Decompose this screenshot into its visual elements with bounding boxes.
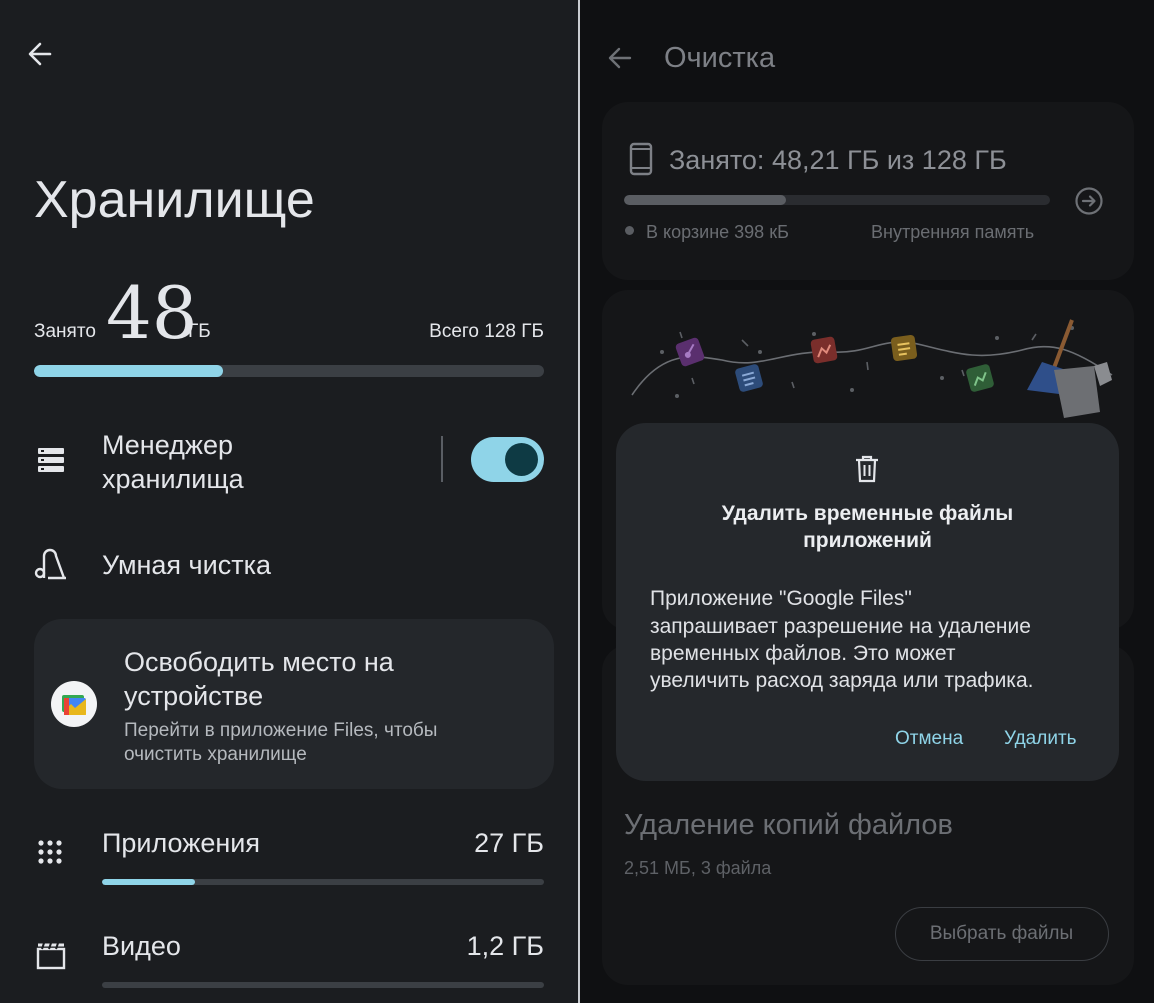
page-title: Очистка: [664, 42, 776, 74]
storage-manager-label-1: Менеджер: [102, 430, 233, 460]
back-arrow-icon: [28, 42, 52, 66]
category-progress-bar: [102, 879, 544, 885]
toggle-thumb: [505, 443, 538, 476]
free-space-card[interactable]: Освободить место на устройстве Перейти в…: [34, 619, 554, 789]
back-arrow-icon: [608, 47, 632, 69]
storage-manager-label-2: хранилища: [102, 464, 244, 494]
phone-icon: [629, 142, 653, 176]
storage-progress-fill: [34, 365, 223, 377]
category-size: 27 ГБ: [474, 828, 544, 858]
duplicates-title: Удаление копий файлов: [624, 809, 953, 841]
broom-icon: [1027, 319, 1112, 418]
free-space-title-2: устройстве: [124, 681, 264, 711]
category-label: Видео: [102, 931, 181, 961]
back-button[interactable]: [604, 42, 636, 74]
cancel-button[interactable]: Отмена: [895, 727, 963, 751]
trash-text: В корзине 398 кБ: [646, 222, 789, 242]
cleanup-illustration: [631, 319, 1113, 418]
delete-temp-files-dialog: Удалить временные файлы приложений Прило…: [616, 423, 1119, 781]
dialog-body-line: увеличить расход заряда или трафика.: [650, 669, 1034, 692]
video-icon: [36, 942, 66, 970]
category-label: Приложения: [102, 828, 260, 858]
total-label: Всего 128 ГБ: [429, 321, 544, 342]
page-title: Хранилище: [34, 171, 315, 229]
select-files-label: Выбрать файлы: [929, 923, 1074, 944]
apps-grid-icon: [38, 840, 62, 864]
dialog-title-2: приложений: [803, 529, 932, 552]
memory-label: Внутренняя память: [871, 222, 1035, 242]
storage-progress-fill: [624, 195, 786, 205]
smart-clean-label: Умная чистка: [102, 550, 271, 580]
duplicates-subtitle: 2,51 МБ, 3 файла: [624, 858, 772, 878]
storage-progress-bar: [34, 365, 544, 377]
used-value: 48: [106, 271, 198, 355]
dialog-body-line: Приложение "Google Files": [650, 587, 912, 610]
storage-manager-toggle[interactable]: [471, 437, 544, 482]
category-row-apps[interactable]: Приложения 27 ГБ: [0, 815, 578, 890]
used-unit: ГБ: [188, 321, 211, 342]
storage-progress-bar: [624, 195, 1050, 205]
arrow-circle-icon[interactable]: [1074, 186, 1104, 216]
back-button[interactable]: [22, 36, 58, 72]
free-space-subtitle-2: очистить хранилище: [124, 744, 307, 765]
free-space-subtitle-1: Перейти в приложение Files, чтобы: [124, 720, 438, 741]
dialog-body-line: запрашивает разрешение на удаление: [650, 615, 1031, 638]
vacuum-icon: [34, 548, 66, 580]
trash-dot-icon: [625, 226, 634, 235]
delete-button[interactable]: Удалить: [1004, 727, 1077, 751]
free-space-title-1: Освободить место на: [124, 647, 394, 677]
category-row-video[interactable]: Видео 1,2 ГБ: [0, 918, 578, 993]
toggle-divider: [441, 436, 443, 482]
category-progress-fill: [102, 879, 195, 885]
storage-summary-card[interactable]: Занято: 48,21 ГБ из 128 ГБ В корзине 398…: [602, 102, 1134, 280]
files-app-icon: [51, 681, 97, 727]
storage-screen: Хранилище Занято 48 ГБ Всего 128 ГБ Мене…: [0, 0, 578, 1003]
storage-icon: [38, 448, 64, 472]
category-size: 1,2 ГБ: [466, 931, 544, 961]
used-label: Занято: [34, 321, 96, 342]
smart-clean-row[interactable]: Умная чистка: [0, 535, 578, 595]
storage-manager-row[interactable]: Менеджер хранилища: [0, 420, 578, 500]
select-files-button[interactable]: Выбрать файлы: [895, 907, 1109, 961]
trash-icon: [856, 455, 878, 483]
dialog-title-1: Удалить временные файлы: [721, 502, 1014, 525]
dialog-body-line: временных файлов. Это может: [650, 642, 956, 665]
category-progress-bar: [102, 982, 544, 988]
used-text: Занято: 48,21 ГБ из 128 ГБ: [669, 145, 1007, 175]
